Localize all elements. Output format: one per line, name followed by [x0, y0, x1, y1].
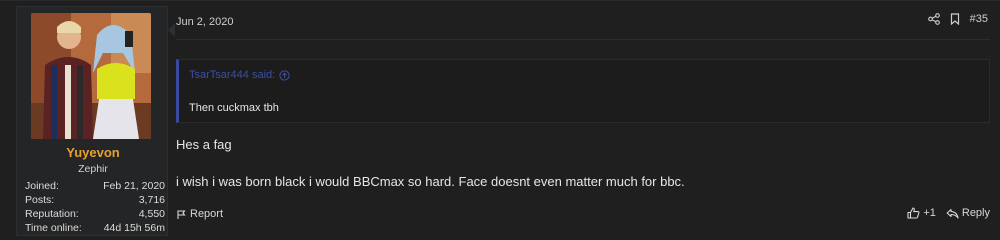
flag-icon — [177, 209, 186, 219]
stat-label: Joined: — [25, 180, 59, 192]
stat-value: Feb 21, 2020 — [103, 180, 165, 192]
quote-block: TsarTsar444 said: Then cuckmax tbh — [176, 59, 990, 123]
stat-label: Posts: — [25, 194, 55, 206]
post-number[interactable]: #35 — [970, 13, 988, 25]
stat-joined: Joined: Feb 21, 2020 — [25, 179, 165, 193]
header-divider — [176, 39, 990, 40]
stat-value: 3,716 — [138, 194, 165, 206]
like-button[interactable]: +1 — [907, 207, 936, 219]
stat-value: 4,550 — [138, 208, 165, 220]
stat-posts: Posts: 3,716 — [25, 193, 165, 207]
stat-label: Time online: — [25, 222, 82, 234]
post-header-actions: #35 — [927, 13, 988, 25]
forum-post: Yuyevon Zephir Joined: Feb 21, 2020 Post… — [0, 0, 1000, 240]
thumbs-up-icon — [907, 207, 920, 219]
user-title: Zephir — [78, 163, 108, 175]
user-info-panel: Yuyevon Zephir Joined: Feb 21, 2020 Post… — [16, 6, 168, 236]
report-label: Report — [190, 208, 224, 220]
quote-header: TsarTsar444 said: — [179, 60, 989, 90]
message-text: i wish i was born black i would BBCmax s… — [176, 174, 685, 189]
share-icon[interactable] — [927, 13, 940, 25]
stat-label: Reputation: — [25, 208, 79, 220]
stat-value: 44d 15h 56m — [103, 222, 165, 234]
quote-author[interactable]: TsarTsar444 said: — [189, 69, 275, 81]
jump-to-quote-icon[interactable] — [279, 69, 290, 81]
post-footer-actions: +1 Reply — [907, 207, 990, 219]
like-count: +1 — [923, 207, 936, 219]
stat-time-online: Time online: 44d 15h 56m — [25, 221, 165, 235]
report-button[interactable]: Report — [176, 208, 223, 220]
message-text: Hes a fag — [176, 137, 232, 152]
user-stats: Joined: Feb 21, 2020 Posts: 3,716 Reputa… — [25, 179, 165, 235]
user-panel-arrow — [168, 23, 175, 37]
username[interactable]: Yuyevon — [17, 145, 169, 160]
avatar[interactable] — [31, 13, 151, 139]
bookmark-icon[interactable] — [950, 13, 960, 25]
post-date[interactable]: Jun 2, 2020 — [176, 16, 234, 28]
reply-icon — [946, 208, 959, 219]
reply-button[interactable]: Reply — [946, 207, 990, 219]
quote-text: Then cuckmax tbh — [189, 102, 279, 114]
stat-reputation: Reputation: 4,550 — [25, 207, 165, 221]
reply-label: Reply — [961, 207, 990, 219]
